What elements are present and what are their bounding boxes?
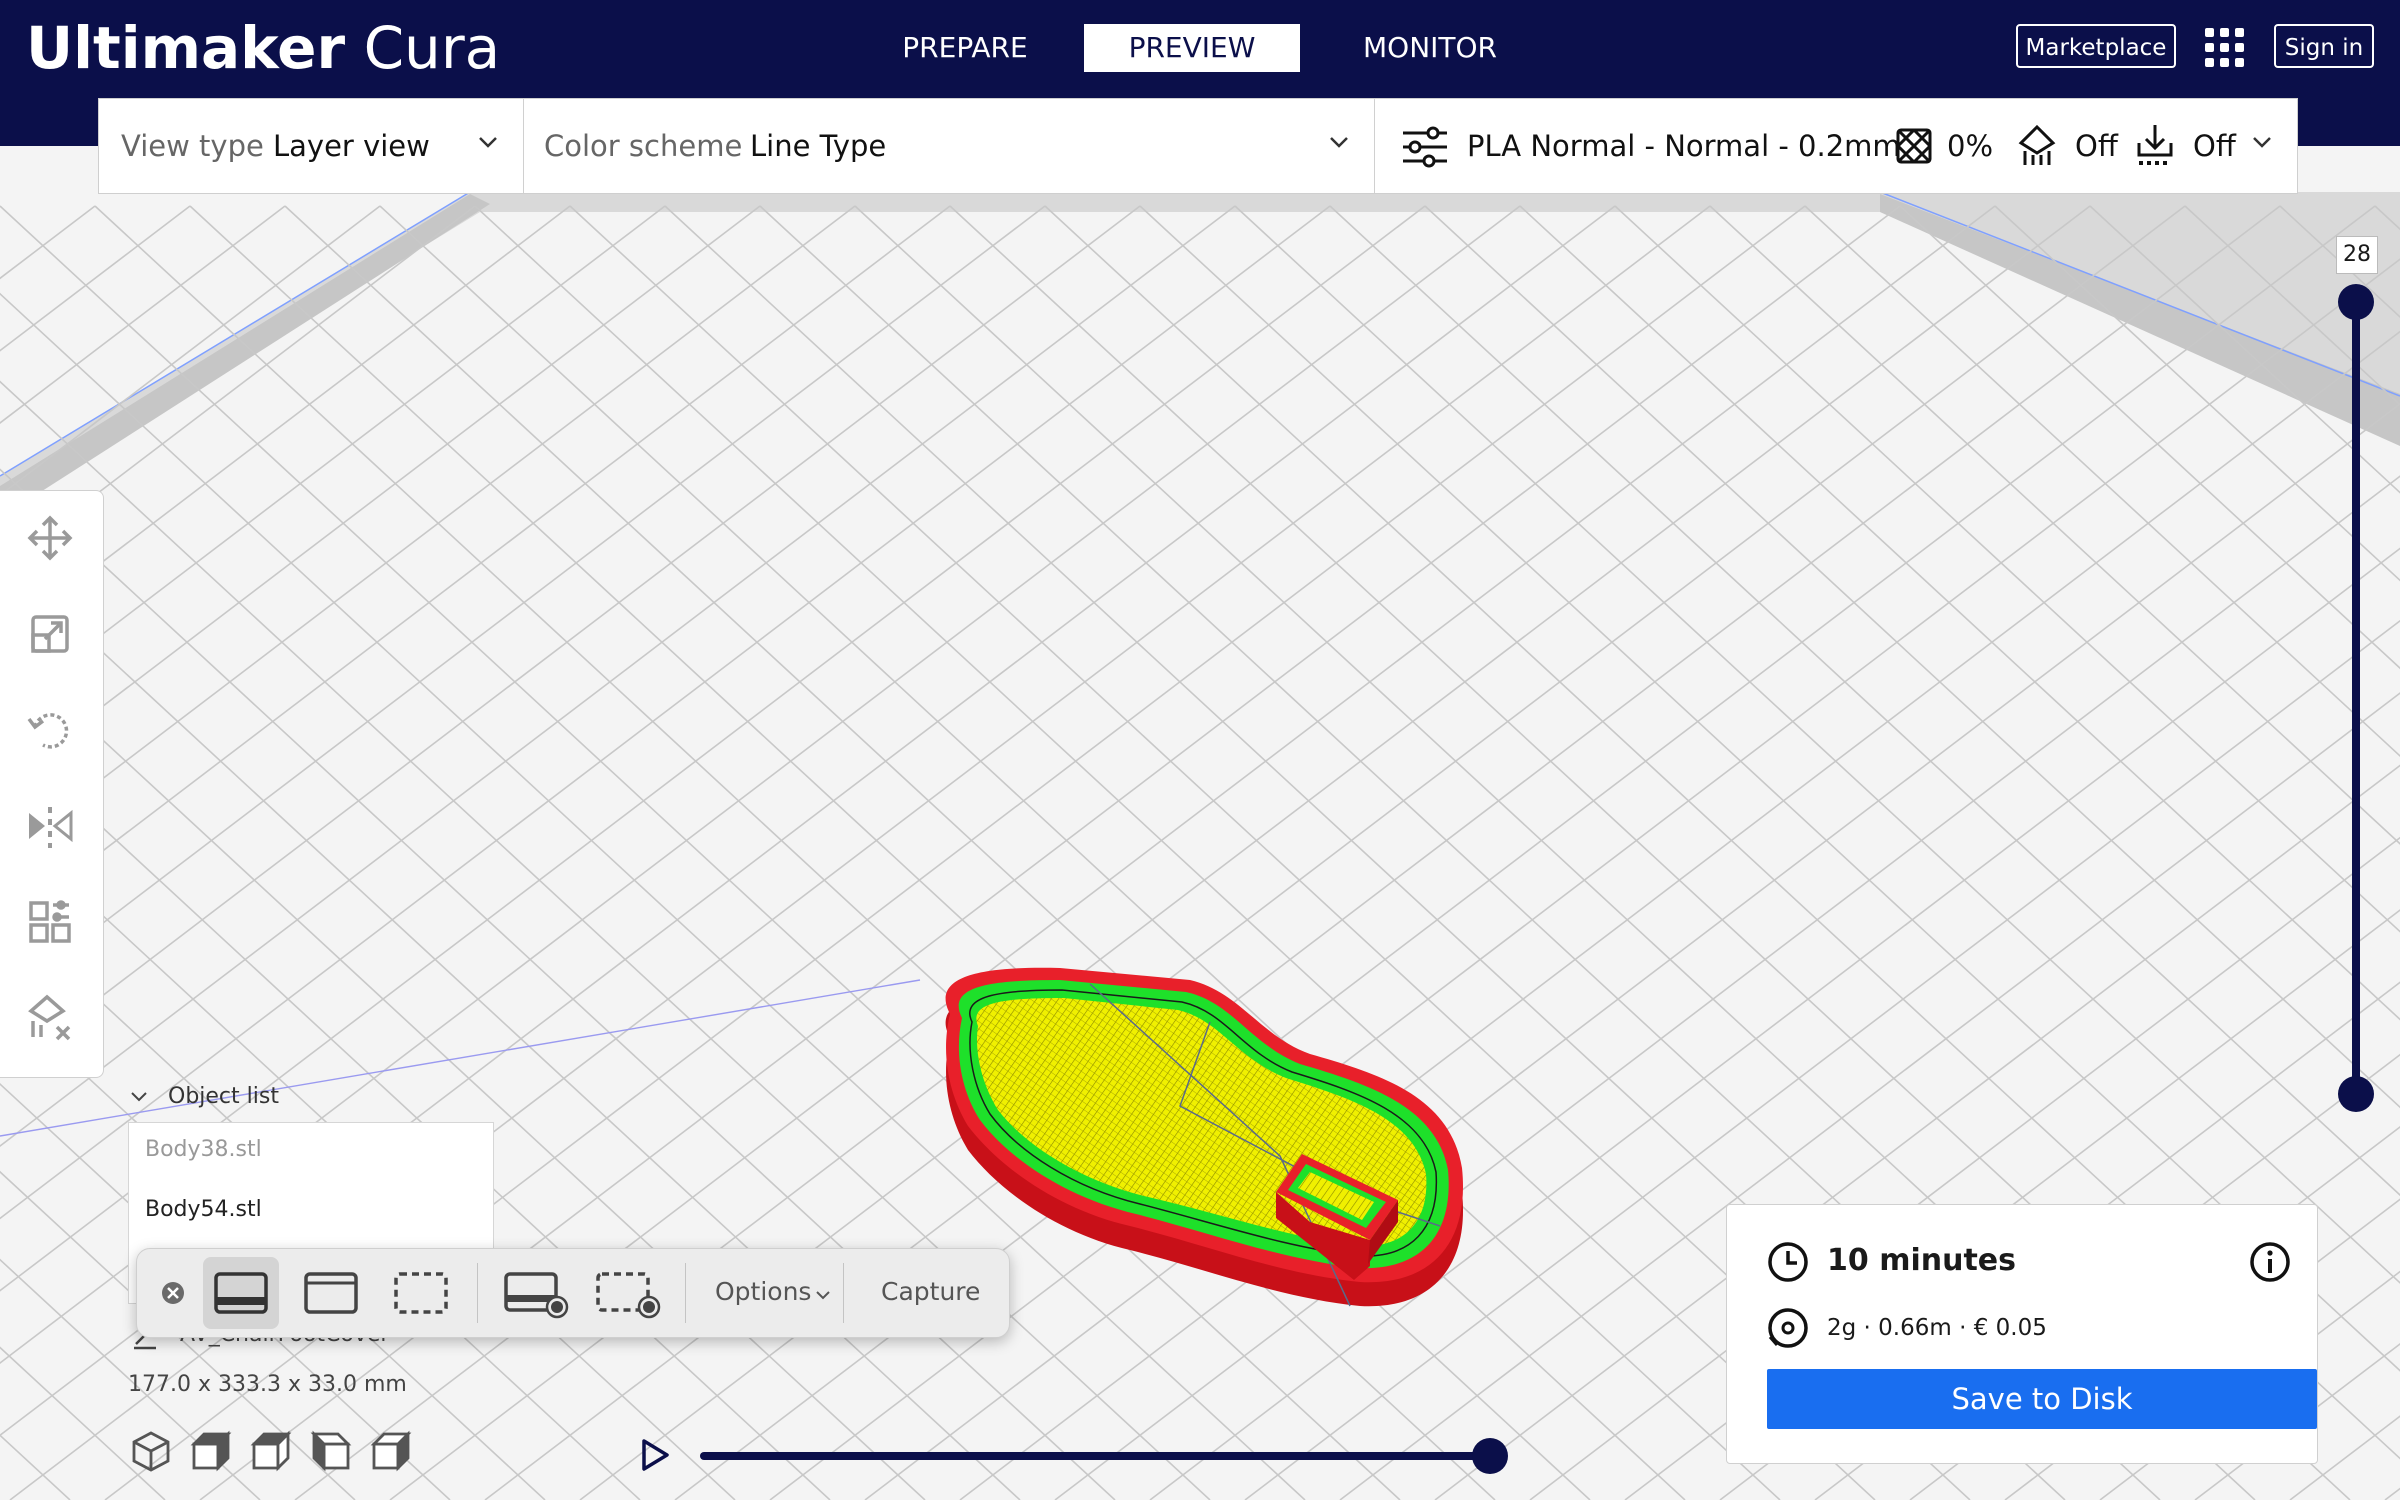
layer-slider-track[interactable] [2352,300,2360,1096]
grid-icon[interactable] [2205,28,2245,68]
list-item[interactable]: Body54.stl [145,1197,262,1222]
support-value: Off [2075,129,2118,163]
sign-in-button[interactable]: Sign in [2274,24,2374,68]
record-screen-icon [504,1272,569,1319]
front-view-icon[interactable] [190,1430,232,1472]
spool-icon [1768,1308,1808,1348]
view-type-dropdown[interactable]: View type Layer view [99,99,523,193]
print-information-panel: 10 minutes 2g · 0.66m · € 0.05 Save to D… [1726,1204,2318,1464]
chevron-down-icon [131,1092,147,1102]
adhesion-value: Off [2193,129,2236,163]
capture-entire-screen-button[interactable] [203,1257,279,1329]
record-selection-button[interactable] [587,1257,667,1329]
save-to-disk-button[interactable]: Save to Disk [1767,1369,2317,1429]
options-menu[interactable]: Options [715,1277,831,1306]
chevron-down-icon [479,137,497,148]
material-estimate: 2g · 0.66m · € 0.05 [1827,1315,2047,1341]
tab-preview[interactable]: PREVIEW [1084,24,1300,72]
capture-entire-screen-icon [214,1272,268,1314]
play-icon[interactable] [640,1438,670,1472]
per-model-settings-icon[interactable] [25,897,75,947]
support-blocker-icon[interactable] [25,993,75,1043]
print-time: 10 minutes [1827,1243,2016,1278]
capture-selection-button[interactable] [383,1257,459,1329]
marketplace-button[interactable]: Marketplace [2016,24,2176,68]
capture-selection-icon [394,1272,448,1314]
left-view-icon[interactable] [310,1430,352,1472]
layer-number-input[interactable]: 28 [2336,236,2378,274]
preview-toolbar: View type Layer view Color scheme Line T… [98,98,2298,194]
print-settings-dropdown[interactable]: PLA Normal - Normal - 0.2mm 0% Off Off [1375,99,2297,193]
top-view-icon[interactable] [250,1430,292,1472]
chevron-down-icon [2253,137,2271,148]
infill-value: 0% [1947,129,1994,163]
capture-window-button[interactable] [293,1257,369,1329]
color-scheme-label: Color scheme [544,129,743,163]
transform-toolbar [0,490,104,1078]
chevron-down-icon [1330,137,1348,148]
capture-button[interactable]: Capture [881,1277,980,1306]
close-icon[interactable] [161,1281,185,1305]
color-scheme-value: Line Type [750,129,887,163]
capture-window-icon [304,1272,358,1314]
screenshot-toolbar: Options Capture [136,1248,1010,1338]
object-dimensions: 177.0 x 333.3 x 33.0 mm [128,1372,407,1397]
info-icon[interactable] [2249,1241,2291,1283]
tab-monitor[interactable]: MONITOR [1340,24,1520,72]
profile-name: PLA Normal - Normal - 0.2mm [1467,129,1901,163]
3d-view-icon[interactable] [130,1430,172,1472]
chevron-down-icon [816,1291,831,1300]
rotate-icon[interactable] [25,705,75,755]
record-selection-icon [596,1272,661,1319]
app-logo: Ultimaker Cura [26,14,501,82]
support-icon [2018,124,2056,165]
right-view-icon[interactable] [370,1430,412,1472]
mirror-icon[interactable] [25,801,75,851]
tab-prepare[interactable]: PREPARE [880,24,1050,72]
path-slider-track[interactable] [700,1452,1490,1460]
settings-sliders-icon [1403,126,1447,168]
view-type-value: Layer view [273,129,430,163]
object-list-header: Object list [168,1084,279,1109]
layer-slider-upper-handle[interactable] [2338,284,2374,320]
sliced-model[interactable] [945,967,1464,1307]
layer-slider-lower-handle[interactable] [2338,1076,2374,1112]
move-icon[interactable] [25,513,75,563]
list-item[interactable]: Body38.stl [145,1137,262,1162]
object-list-toggle[interactable]: Object list [130,1084,279,1109]
scale-icon[interactable] [25,609,75,659]
record-screen-button[interactable] [495,1257,575,1329]
infill-icon [1896,128,1932,164]
path-slider-handle[interactable] [1472,1438,1508,1474]
view-type-label: View type [121,129,264,163]
clock-icon [1768,1242,1808,1282]
adhesion-icon [2137,125,2173,165]
color-scheme-dropdown[interactable]: Color scheme Line Type [524,99,1374,193]
